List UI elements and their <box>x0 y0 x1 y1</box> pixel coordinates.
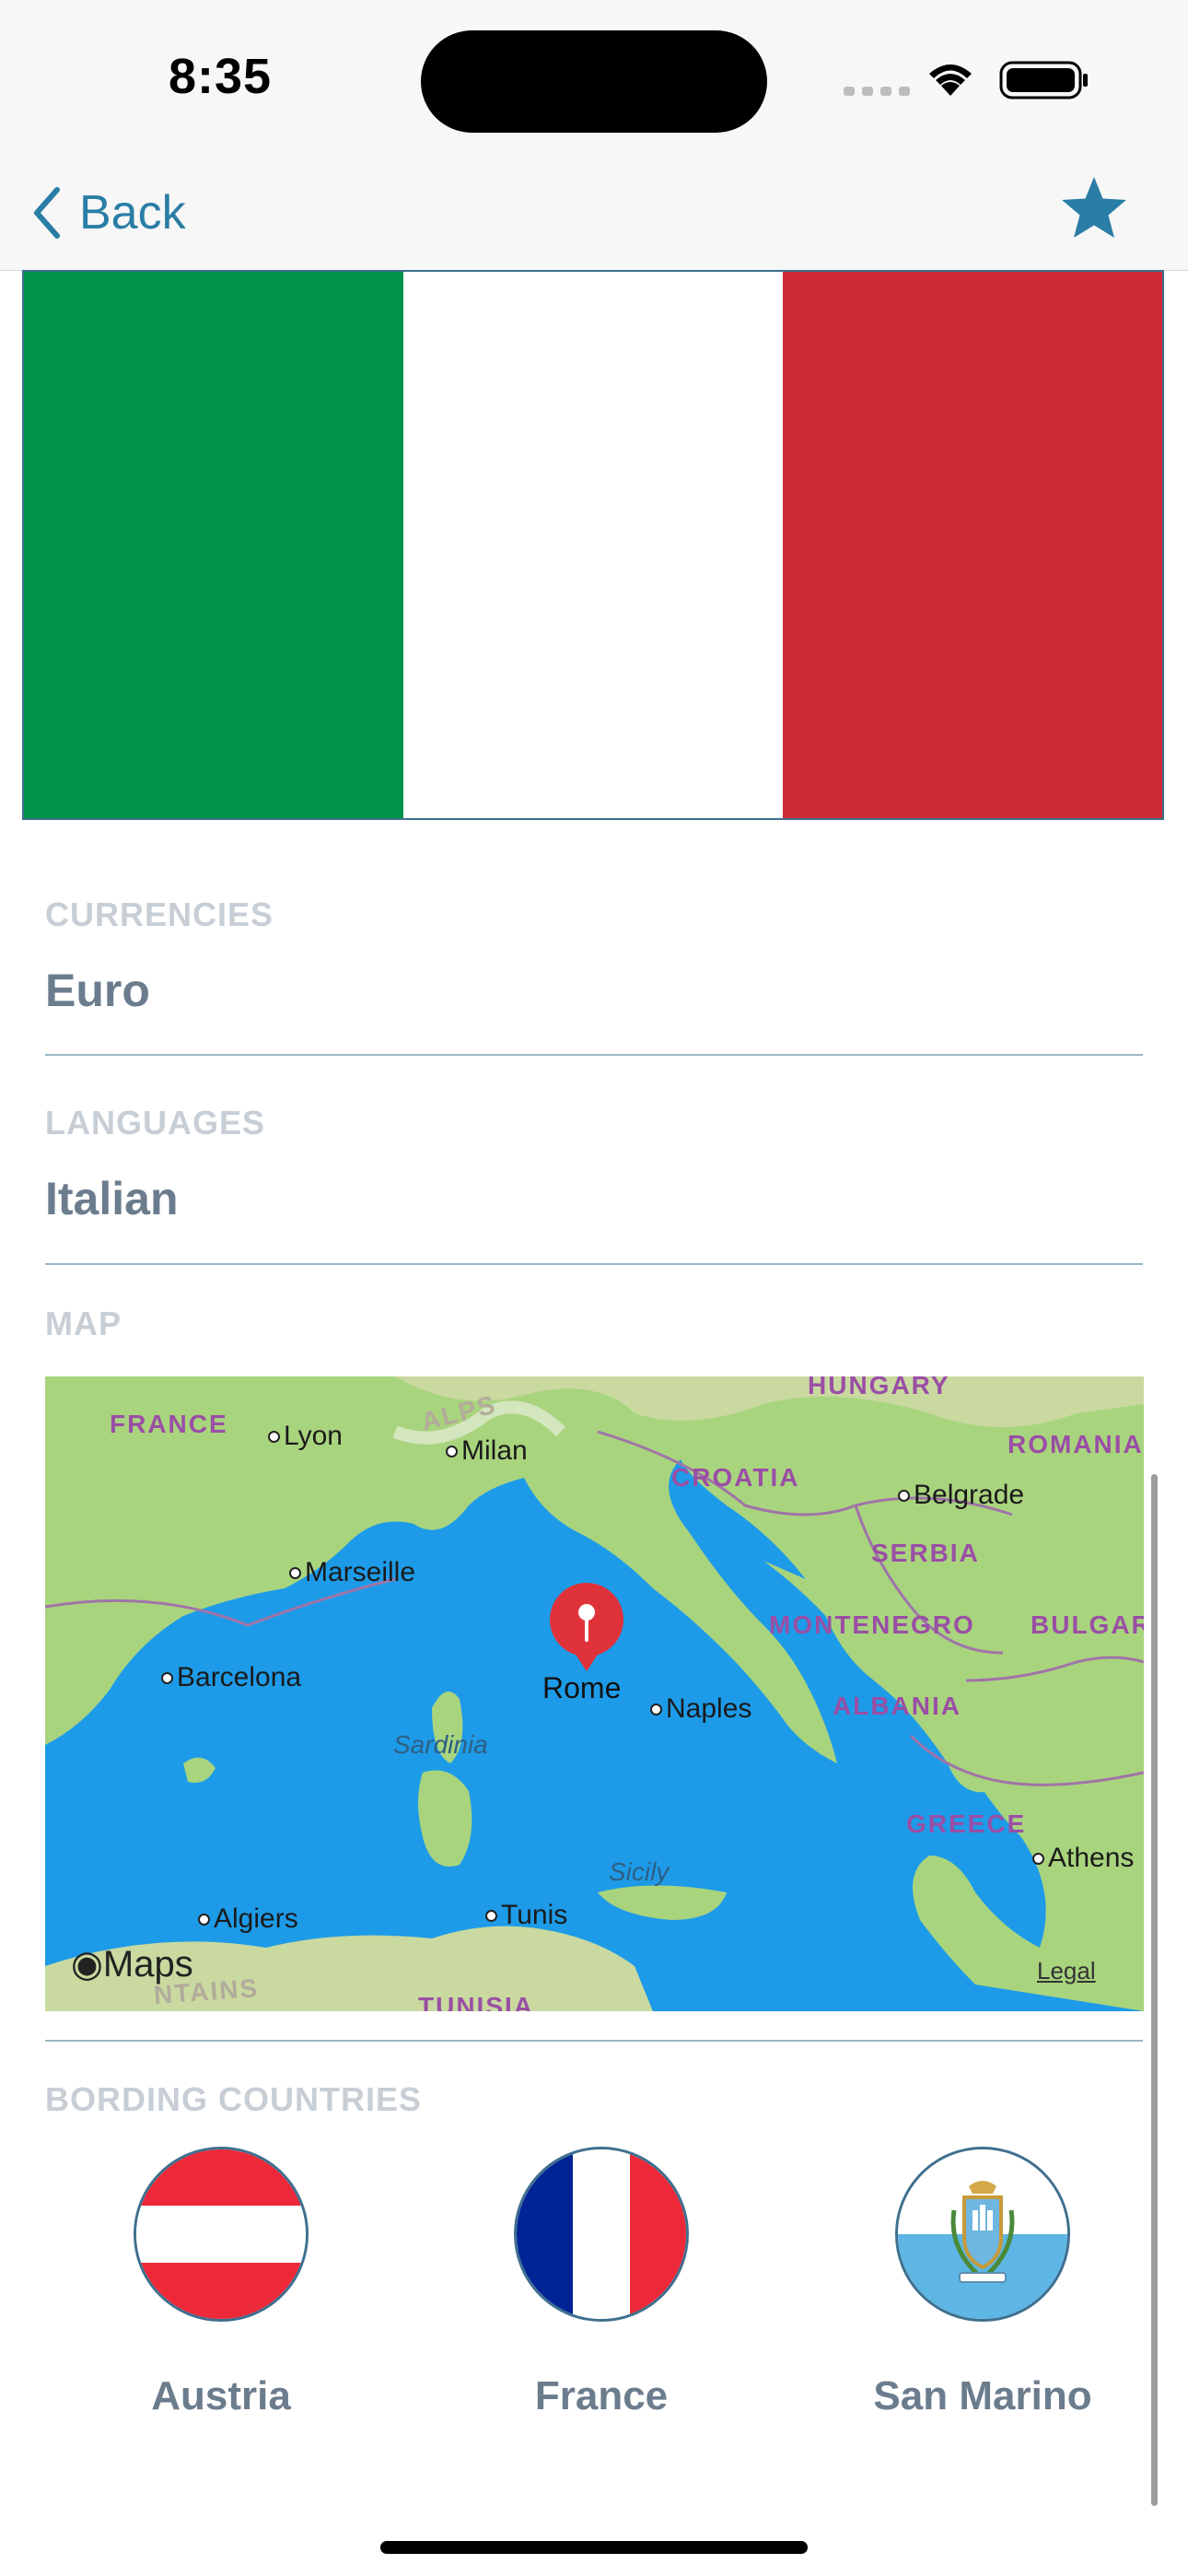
favorite-star-icon[interactable] <box>1057 171 1131 245</box>
flag-stripe-red <box>783 272 1162 818</box>
languages-label: LANGUAGES <box>45 1104 266 1142</box>
neighbour-name: Austria <box>151 2373 291 2418</box>
status-icons <box>844 61 1088 100</box>
bordering-countries-label: BORDING COUNTRIES <box>45 2080 423 2118</box>
battery-icon <box>999 61 1088 100</box>
divider <box>45 2040 1143 2042</box>
map-label-city: Barcelona <box>161 1662 301 1693</box>
neighbour-name: France <box>534 2373 669 2418</box>
map-pin-label: Rome <box>542 1671 622 1704</box>
flag-stripe-white <box>403 272 783 818</box>
san-marino-flag <box>895 2147 1070 2322</box>
scrollbar[interactable] <box>1151 1474 1158 2506</box>
country-flag <box>22 270 1164 820</box>
status-bar: 8:35 <box>0 0 1188 157</box>
map-label-region: Sardinia <box>393 1730 488 1759</box>
currencies-label: CURRENCIES <box>45 896 274 933</box>
home-indicator[interactable] <box>380 2541 808 2554</box>
map-view[interactable]: FRANCE HUNGARY ROMANIA CROATIA SERBIA MO… <box>45 1376 1144 2011</box>
map-label-country: FRANCE <box>110 1410 228 1438</box>
flag-stripe-green <box>24 272 403 818</box>
apple-maps-logo: ◉Maps <box>71 1944 193 1985</box>
map-label-country: TUNISIA <box>418 1992 534 2011</box>
map-label-region: Sicily <box>609 1857 670 1886</box>
navigation-bar: Back <box>0 157 1188 271</box>
divider <box>45 1054 1143 1056</box>
map-label: MAP <box>45 1305 122 1342</box>
cellular-signal-icon <box>844 87 910 96</box>
map-label-city: Algiers <box>198 1903 298 1935</box>
chevron-left-icon <box>34 187 60 239</box>
france-flag <box>514 2147 689 2322</box>
map-label-country: BULGAR <box>1031 1610 1144 1639</box>
map-label-city: Lyon <box>268 1421 343 1452</box>
map-label-country: CROATIA <box>671 1463 800 1492</box>
map-label-city: Belgrade <box>898 1480 1024 1511</box>
map-label-city: Marseille <box>289 1557 415 1588</box>
status-time: 8:35 <box>169 49 273 104</box>
map-label-country: ROMANIA <box>1007 1430 1144 1458</box>
coat-of-arms-icon <box>950 2181 1015 2283</box>
map-legal-link[interactable]: Legal <box>1037 1957 1096 1985</box>
neighbour-france[interactable]: France <box>445 2147 758 2419</box>
map-label-city: Milan <box>446 1435 528 1467</box>
map-label-city: Tunis <box>485 1900 567 1931</box>
map-label-country: SERBIA <box>871 1539 980 1567</box>
map-label-country: ALBANIA <box>833 1692 961 1720</box>
map-label-country: HUNGARY <box>808 1376 950 1399</box>
map-label-city: Naples <box>650 1693 751 1725</box>
wifi-icon <box>929 64 972 96</box>
neighbour-san-marino[interactable]: San Marino <box>826 2147 1139 2419</box>
back-button[interactable]: Back <box>31 180 186 246</box>
languages-value: Italian <box>45 1173 179 1224</box>
divider <box>45 1263 1143 1265</box>
location-pin-icon[interactable] <box>545 1581 628 1673</box>
map-label-country: MONTENEGRO <box>769 1610 975 1639</box>
maps-brand: Maps <box>102 1944 193 1985</box>
dynamic-island <box>421 30 767 133</box>
map-label-city: Athens <box>1032 1843 1134 1874</box>
map-label-country: GREECE <box>906 1809 1027 1838</box>
austria-flag <box>134 2147 309 2322</box>
neighbour-name: San Marino <box>873 2373 1092 2418</box>
neighbour-austria[interactable]: Austria <box>64 2147 378 2419</box>
currencies-value: Euro <box>45 965 150 1016</box>
back-label: Back <box>79 186 186 240</box>
